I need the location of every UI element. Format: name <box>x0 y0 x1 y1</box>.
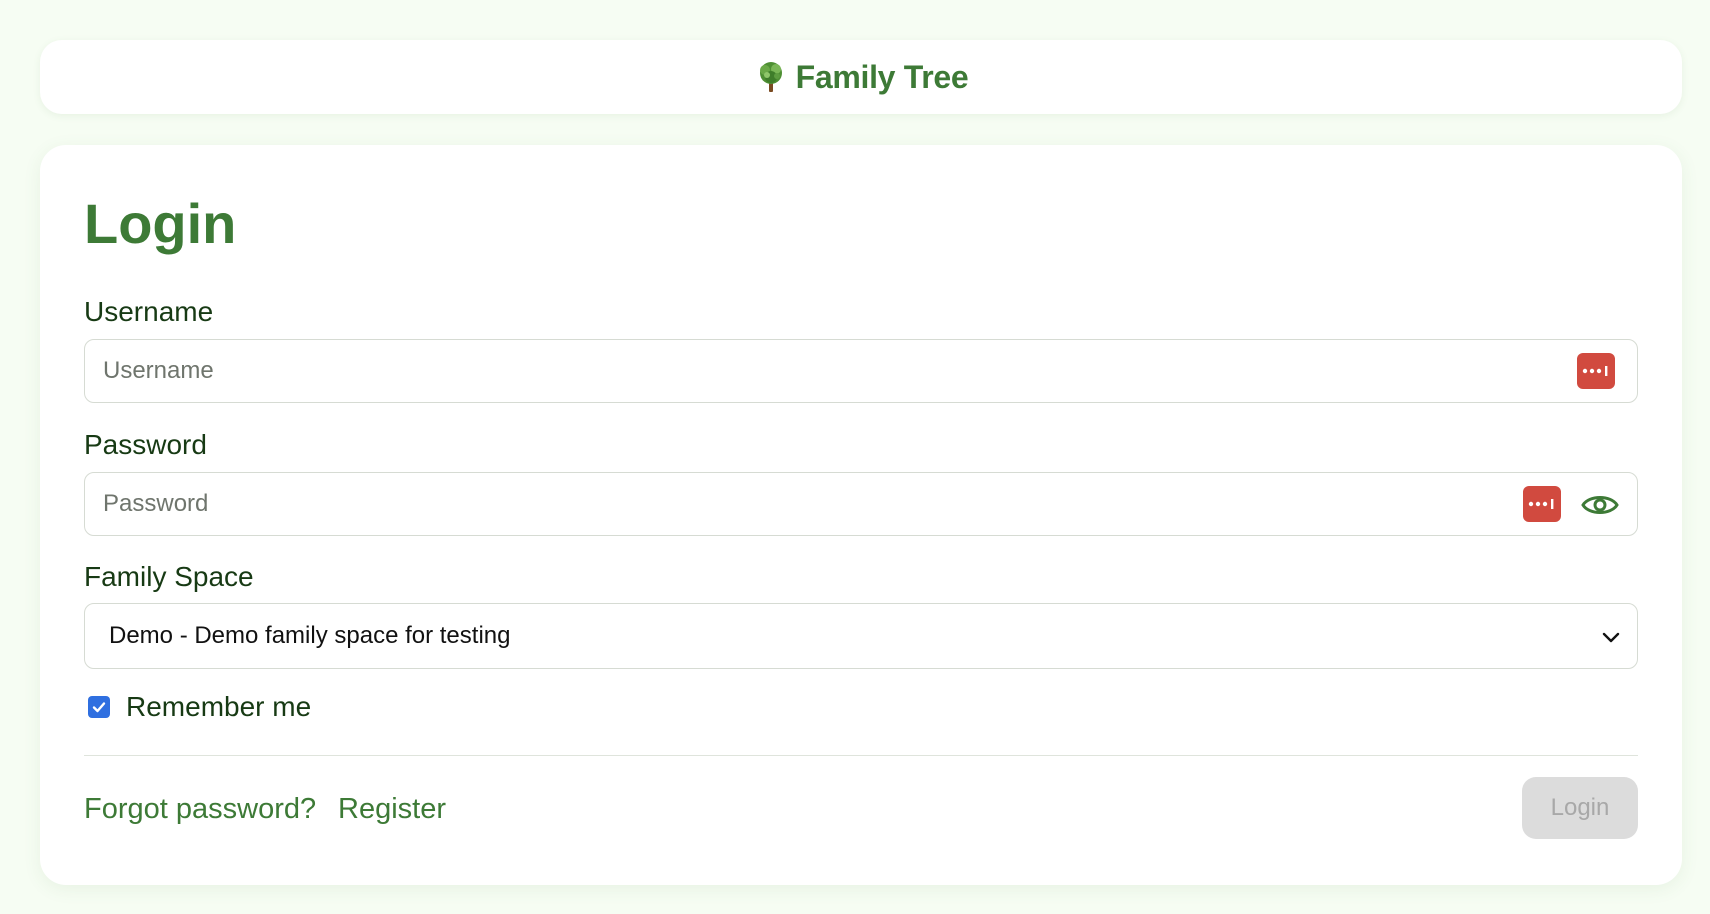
username-label: Username <box>84 296 214 327</box>
password-manager-icon[interactable] <box>1523 486 1561 522</box>
family-space-select[interactable]: Demo - Demo family space for testing <box>84 603 1638 669</box>
family-space-selected-value: Demo - Demo family space for testing <box>109 622 511 649</box>
password-manager-icon[interactable] <box>1577 353 1615 389</box>
family-space-label: Family Space <box>84 561 254 592</box>
app-header: Family Tree <box>40 40 1682 114</box>
chevron-down-icon <box>1599 625 1623 649</box>
remember-me-row: Remember me <box>88 690 311 724</box>
username-input[interactable] <box>103 340 1573 402</box>
brand: Family Tree <box>754 59 969 96</box>
register-link[interactable]: Register <box>338 791 446 827</box>
page-title: Login <box>84 192 237 255</box>
password-input[interactable] <box>103 473 1503 535</box>
login-button[interactable]: Login <box>1522 777 1638 839</box>
tree-icon <box>754 60 788 94</box>
remember-me-label[interactable]: Remember me <box>126 690 311 724</box>
remember-me-checkbox[interactable] <box>88 696 110 718</box>
divider <box>84 755 1638 756</box>
forgot-password-link[interactable]: Forgot password? <box>84 791 316 827</box>
password-field-container <box>84 472 1638 536</box>
login-card: Login Username Password <box>40 145 1682 885</box>
show-password-eye-icon[interactable] <box>1581 488 1619 522</box>
password-label: Password <box>84 429 207 460</box>
app-title: Family Tree <box>795 58 969 95</box>
username-field-container <box>84 339 1638 403</box>
